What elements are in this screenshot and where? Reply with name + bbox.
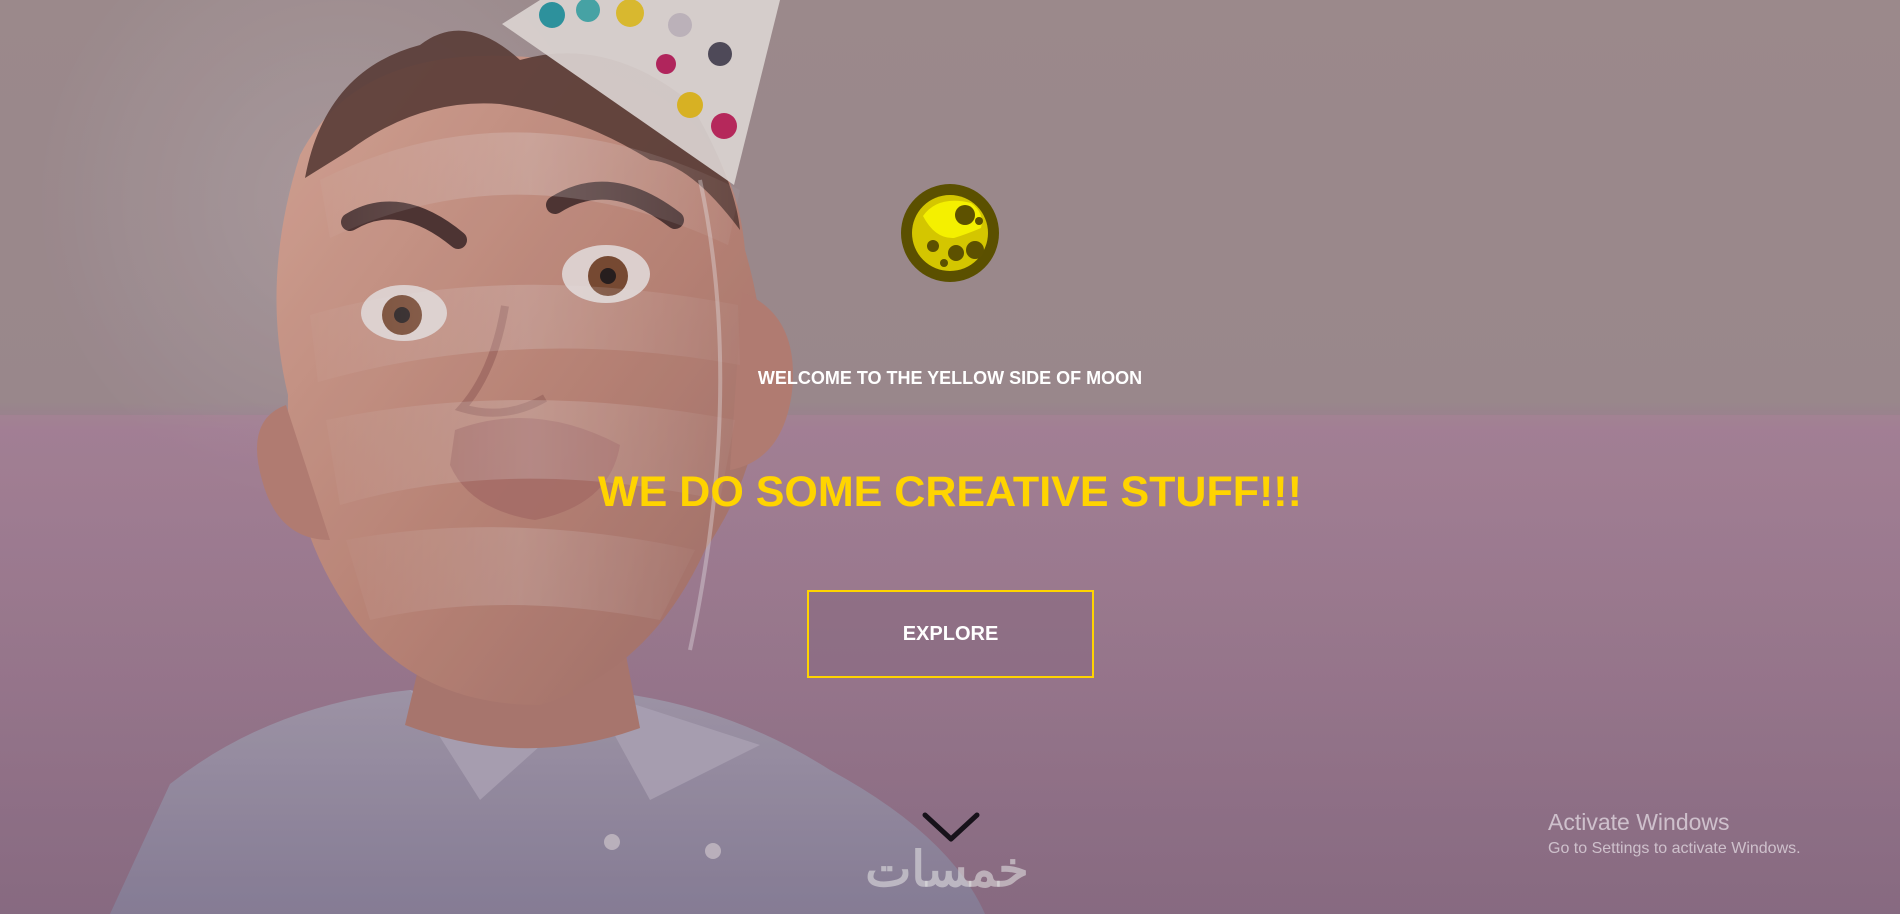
khamsat-watermark: خمسات [865, 843, 1029, 897]
activate-windows-title: Activate Windows [1548, 809, 1730, 835]
photo-dim-overlay [0, 0, 1900, 914]
activate-windows-subtitle: Go to Settings to activate Windows. [1548, 840, 1801, 857]
explore-button[interactable]: EXPLORE [807, 590, 1094, 678]
hero-section: WELCOME TO THE YELLOW SIDE OF MOON WE DO… [0, 0, 1900, 914]
creative-headline: WE DO SOME CREATIVE STUFF!!! [598, 467, 1302, 516]
yellow-moon-logo-icon [901, 184, 999, 282]
welcome-heading: WELCOME TO THE YELLOW SIDE OF MOON [757, 367, 1143, 388]
activate-windows-notice: Activate Windows Go to Settings to activ… [1548, 807, 1868, 860]
